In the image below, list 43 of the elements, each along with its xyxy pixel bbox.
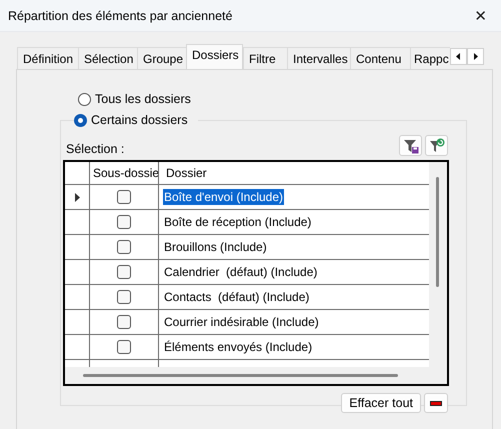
close-button[interactable]: ✕: [474, 6, 487, 24]
radio-button[interactable]: [78, 92, 91, 106]
checkbox[interactable]: [117, 340, 131, 354]
save-filter-button[interactable]: [399, 135, 422, 156]
horizontal-scrollbar[interactable]: [83, 374, 398, 378]
radio-button[interactable]: [74, 114, 87, 126]
load-filter-button[interactable]: [425, 135, 448, 156]
folder-cell[interactable]: Éléments envoyés (Include): [163, 339, 314, 355]
filter-save-icon: [402, 138, 418, 154]
radio-label: Certains dossiers: [91, 113, 189, 127]
left-arrow-icon: [456, 53, 461, 60]
radio-label: Tous les dossiers: [95, 92, 192, 106]
folder-cell[interactable]: Courrier indésirable (Include): [163, 314, 320, 330]
tab[interactable]: Contenu: [350, 47, 410, 69]
folder-cell[interactable]: Boîte d'envoi (Include): [163, 189, 284, 205]
tab[interactable]: Filtre: [243, 47, 287, 69]
vertical-scrollbar[interactable]: [436, 177, 440, 287]
scroll-right-button[interactable]: [466, 48, 484, 65]
checkbox[interactable]: [117, 190, 131, 204]
window-title: Répartition des éléments par ancienneté: [8, 8, 232, 22]
folder-cell[interactable]: Contacts (défaut) (Include): [163, 289, 310, 305]
checkbox[interactable]: [117, 240, 131, 254]
tab[interactable]: Sélection: [78, 47, 137, 69]
minus-icon: [430, 400, 442, 406]
filter-refresh-icon: [428, 138, 444, 154]
right-arrow-icon: [472, 53, 478, 60]
tab[interactable]: Groupe: [137, 47, 186, 69]
folder-cell[interactable]: Boîte de réception (Include): [163, 214, 312, 230]
tab[interactable]: Rappc: [410, 47, 450, 69]
folder-cell[interactable]: Calendrier (défaut) (Include): [163, 264, 318, 280]
tab[interactable]: Dossiers: [186, 44, 243, 69]
scroll-left-button[interactable]: [450, 48, 467, 65]
clear-all-button[interactable]: Effacer tout: [341, 393, 421, 413]
tab[interactable]: Définition: [17, 47, 78, 69]
checkbox[interactable]: [117, 265, 131, 279]
tab[interactable]: Intervalles: [287, 47, 350, 69]
checkbox[interactable]: [117, 215, 131, 229]
checkbox[interactable]: [117, 315, 131, 329]
remove-button[interactable]: [424, 393, 448, 413]
column-header[interactable]: Dossier: [163, 166, 207, 180]
selection-label: Sélection :: [66, 142, 124, 156]
folder-cell[interactable]: Brouillons (Include): [163, 239, 268, 255]
checkbox[interactable]: [117, 290, 131, 304]
